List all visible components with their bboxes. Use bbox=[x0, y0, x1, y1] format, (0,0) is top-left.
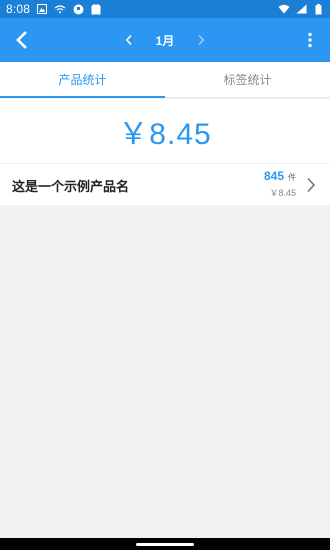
wifi-icon bbox=[54, 3, 66, 15]
quantity-unit: 件 bbox=[288, 173, 296, 182]
more-button[interactable] bbox=[300, 28, 320, 52]
list-item[interactable]: 这是一个示例产品名 845 件 ￥8.45 bbox=[0, 163, 330, 205]
tab-product-stats[interactable]: 产品统计 bbox=[0, 62, 165, 98]
stats-tabs: 产品统计 标签统计 bbox=[0, 62, 330, 98]
product-amount: ￥8.45 bbox=[269, 188, 296, 198]
app-icon bbox=[72, 3, 84, 15]
status-bar: 8:08 bbox=[0, 0, 330, 18]
product-stats: 845 件 ￥8.45 bbox=[264, 169, 296, 199]
tab-tag-stats[interactable]: 标签统计 bbox=[165, 62, 330, 97]
clipboard-icon bbox=[90, 3, 102, 15]
product-name: 这是一个示例产品名 bbox=[12, 180, 130, 195]
next-month-button[interactable] bbox=[192, 30, 210, 50]
total-summary: ￥8.45 bbox=[0, 99, 330, 163]
prev-month-button[interactable] bbox=[120, 30, 138, 50]
arrow-left-icon bbox=[16, 31, 27, 49]
home-indicator[interactable] bbox=[136, 543, 194, 546]
back-button[interactable] bbox=[8, 27, 34, 53]
status-left: 8:08 bbox=[6, 2, 102, 16]
status-right bbox=[278, 3, 324, 15]
wifi-icon bbox=[278, 3, 290, 15]
chevron-right-icon bbox=[304, 176, 318, 194]
system-nav-bar bbox=[0, 538, 330, 550]
month-label: 1月 bbox=[155, 33, 175, 48]
month-nav: 1月 bbox=[120, 18, 210, 62]
status-time: 8:08 bbox=[6, 2, 31, 16]
app-bar: 1月 bbox=[0, 18, 330, 62]
total-amount: ￥8.45 bbox=[118, 118, 212, 151]
battery-icon bbox=[312, 3, 324, 15]
signal-icon bbox=[295, 3, 307, 15]
chevron-left-icon bbox=[125, 34, 132, 46]
more-vert-icon bbox=[308, 32, 312, 48]
photo-icon bbox=[36, 3, 48, 15]
product-quantity: 845 bbox=[263, 169, 284, 183]
chevron-right-icon bbox=[198, 34, 205, 46]
quantity-line: 845 件 bbox=[264, 169, 296, 183]
